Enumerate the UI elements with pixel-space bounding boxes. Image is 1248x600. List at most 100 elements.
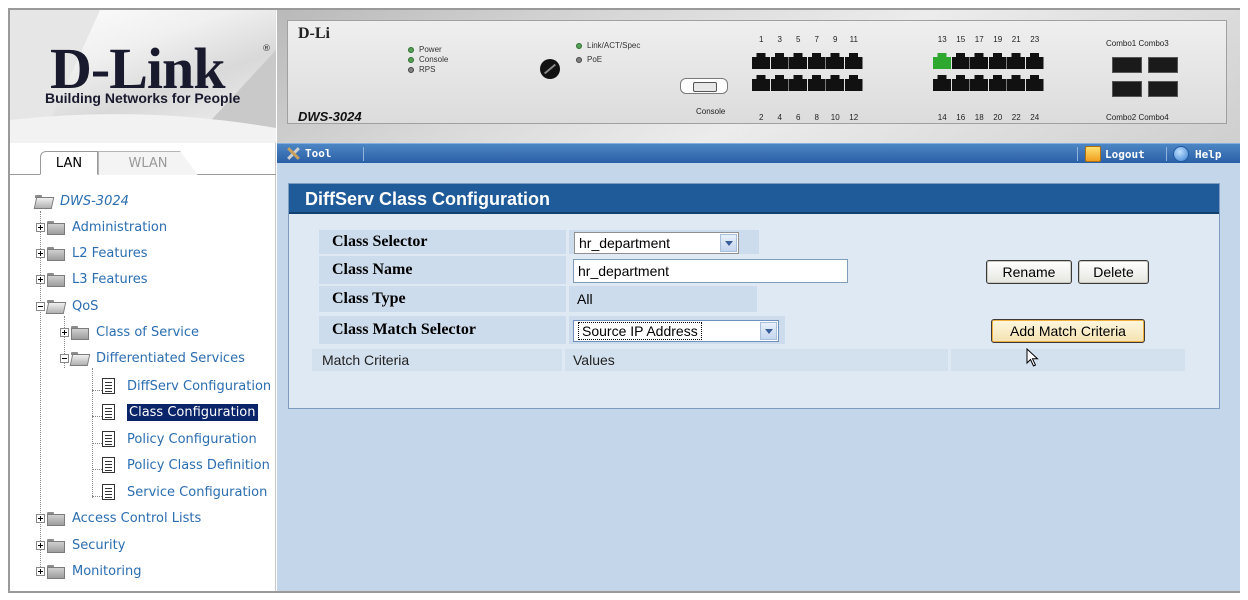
- port-8[interactable]: [807, 75, 826, 91]
- combo-ports: [1112, 57, 1178, 97]
- expand-plus-icon[interactable]: [36, 540, 45, 550]
- ports-1-12: [752, 53, 863, 91]
- port-17[interactable]: [970, 53, 988, 69]
- combo-port-4[interactable]: [1148, 81, 1178, 97]
- led-icon: [408, 66, 414, 73]
- tree-item-qos[interactable]: QoS: [36, 295, 98, 317]
- ports-13-24: [933, 53, 1044, 91]
- port-14[interactable]: [933, 75, 951, 91]
- tree-item-class-configuration[interactable]: Class Configuration: [102, 401, 258, 423]
- folder-open-icon: [71, 352, 87, 364]
- expand-plus-icon[interactable]: [60, 327, 69, 337]
- tree-item-policy-configuration[interactable]: Policy Configuration: [102, 428, 257, 450]
- page-icon: [102, 404, 115, 420]
- tree-item-security[interactable]: Security: [36, 534, 125, 556]
- tree-item-access-control-lists[interactable]: Access Control Lists: [36, 507, 201, 529]
- led-icon: [408, 46, 414, 53]
- led-icon: [576, 56, 582, 63]
- main-content: DiffServ Class Configuration Class Selec…: [277, 163, 1240, 591]
- tree-item-l2-features[interactable]: L2 Features: [36, 242, 148, 264]
- port-23[interactable]: [1025, 53, 1044, 69]
- collapse-minus-icon[interactable]: [36, 301, 45, 311]
- combo-port-1[interactable]: [1112, 57, 1142, 73]
- combo-label-top: Combo1 Combo3: [1106, 39, 1169, 48]
- tree-item-monitoring[interactable]: Monitoring: [36, 560, 142, 582]
- expand-plus-icon[interactable]: [36, 248, 45, 258]
- class-selector-label: Class Selector: [319, 230, 566, 254]
- port-3[interactable]: [770, 53, 789, 69]
- class-config-panel: DiffServ Class Configuration Class Selec…: [288, 183, 1220, 409]
- port-9[interactable]: [826, 53, 844, 69]
- port-18[interactable]: [970, 75, 988, 91]
- led-icon: [576, 42, 582, 49]
- port-15[interactable]: [951, 53, 970, 69]
- device-model: DWS-3024: [298, 109, 362, 124]
- led-icon: [408, 56, 414, 63]
- tree-item-policy-class-definition[interactable]: Policy Class Definition: [102, 454, 270, 476]
- port-21[interactable]: [1007, 53, 1025, 69]
- port-13[interactable]: [933, 53, 951, 69]
- logo-tagline: Building Networks for People: [45, 90, 241, 106]
- expand-plus-icon[interactable]: [36, 566, 45, 576]
- values-header: Values: [565, 349, 948, 371]
- tree-item-diffserv-configuration[interactable]: DiffServ Configuration: [102, 375, 271, 397]
- rename-button[interactable]: Rename: [986, 260, 1072, 284]
- tree-item-class-of-service[interactable]: Class of Service: [60, 321, 199, 343]
- combo-label-bottom: Combo2 Combo4: [1106, 113, 1169, 122]
- folder-icon: [47, 565, 65, 579]
- tab-lan[interactable]: LAN: [40, 151, 98, 175]
- port-7[interactable]: [807, 53, 826, 69]
- device-logo: D-Li: [298, 25, 330, 42]
- port-numbers-top-b: 13 15 17 19 21 23: [937, 35, 1040, 44]
- port-10[interactable]: [826, 75, 844, 91]
- port-1[interactable]: [752, 53, 770, 69]
- port-numbers-bottom-a: 2 4 6 8 10 12: [759, 113, 859, 122]
- page-icon: [102, 431, 115, 447]
- switch-front-panel[interactable]: D-Li DWS-3024 Power Console RPS Link/ACT…: [287, 20, 1227, 124]
- tree-item-administration[interactable]: Administration: [36, 216, 167, 238]
- page-icon: [102, 484, 115, 500]
- port-12[interactable]: [844, 75, 863, 91]
- logout-button[interactable]: Logout: [1085, 146, 1145, 162]
- port-4[interactable]: [770, 75, 789, 91]
- page-icon: [102, 378, 115, 394]
- help-button[interactable]: Help: [1173, 146, 1222, 162]
- port-2[interactable]: [752, 75, 770, 91]
- help-icon: [1173, 146, 1189, 162]
- port-16[interactable]: [951, 75, 970, 91]
- tools-icon: [285, 146, 301, 160]
- class-match-selector-dropdown[interactable]: Source IP Address: [573, 320, 779, 342]
- port-11[interactable]: [844, 53, 863, 69]
- expand-plus-icon[interactable]: [36, 513, 45, 523]
- actions-header: [951, 349, 1185, 371]
- port-5[interactable]: [789, 53, 807, 69]
- tree-root[interactable]: DWS-3024: [35, 190, 129, 212]
- tab-wlan[interactable]: WLAN: [98, 151, 198, 175]
- tree-item-differentiated-services[interactable]: Differentiated Services: [60, 347, 245, 369]
- port-6[interactable]: [789, 75, 807, 91]
- port-22[interactable]: [1007, 75, 1025, 91]
- panel-header: DiffServ Class Configuration: [289, 184, 1219, 214]
- expand-plus-icon[interactable]: [36, 274, 45, 284]
- combo-port-2[interactable]: [1112, 81, 1142, 97]
- toolbar-separator: [363, 147, 364, 161]
- tool-menu[interactable]: Tool: [285, 146, 332, 160]
- combo-port-3[interactable]: [1148, 57, 1178, 73]
- folder-icon: [71, 326, 89, 340]
- class-type-label: Class Type: [319, 286, 566, 312]
- mouse-pointer-icon: [1026, 348, 1039, 367]
- tree-item-l3-features[interactable]: L3 Features: [36, 268, 148, 290]
- delete-button[interactable]: Delete: [1078, 260, 1149, 284]
- dropdown-arrow-icon: [760, 322, 777, 340]
- tree-item-service-configuration[interactable]: Service Configuration: [102, 481, 267, 503]
- port-24[interactable]: [1025, 75, 1044, 91]
- add-match-criteria-button[interactable]: Add Match Criteria: [991, 319, 1145, 343]
- collapse-minus-icon[interactable]: [60, 353, 69, 363]
- port-19[interactable]: [988, 53, 1007, 69]
- folder-icon: [47, 273, 65, 287]
- port-20[interactable]: [988, 75, 1007, 91]
- page-title: DiffServ Class Configuration: [305, 189, 551, 209]
- class-selector-dropdown[interactable]: hr_department: [574, 232, 739, 254]
- class-name-field[interactable]: hr_department: [573, 259, 848, 283]
- expand-plus-icon[interactable]: [36, 222, 45, 232]
